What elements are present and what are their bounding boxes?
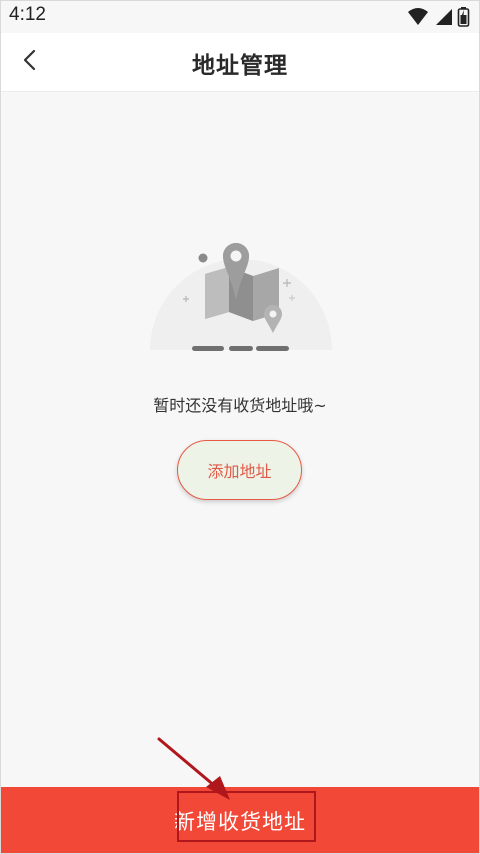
wifi-icon (408, 8, 428, 25)
signal-icon (436, 9, 452, 25)
status-icons (406, 6, 472, 28)
status-time: 4:12 (9, 4, 46, 25)
annotation-arrow (157, 737, 230, 800)
page-title: 地址管理 (192, 53, 288, 79)
add-new-address-button[interactable]: 新增收货地址 (0, 787, 480, 854)
nav-bar: 地址管理 (0, 33, 480, 92)
battery-icon (457, 7, 470, 27)
empty-address-message: 暂时还没有收货地址哦~ (153, 396, 327, 415)
screen-border (0, 0, 480, 854)
add-new-address-label: 新增收货地址 (174, 809, 306, 834)
map-location-illustration (146, 206, 336, 356)
status-bar: 4:12 (0, 0, 480, 33)
add-address-button[interactable]: 添加地址 (177, 440, 302, 500)
